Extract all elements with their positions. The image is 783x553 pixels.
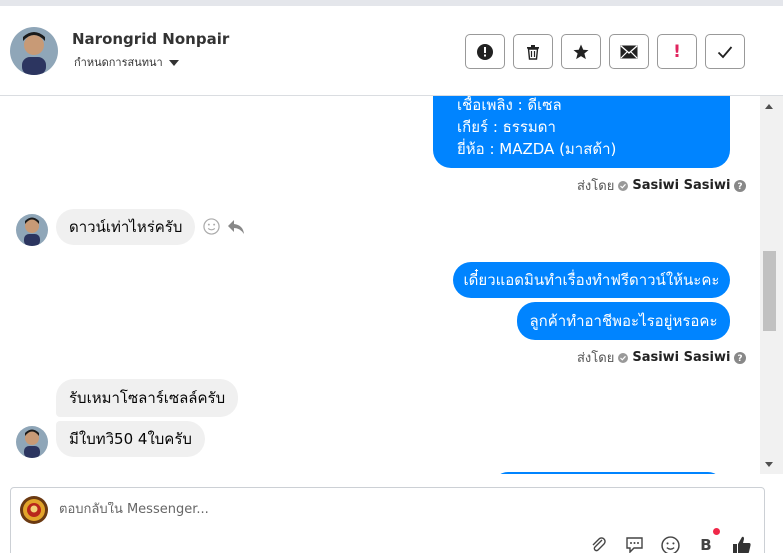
- svg-text:?: ?: [738, 354, 743, 364]
- incoming-message[interactable]: รับเหมาโซลาร์เซลล์ครับ: [56, 379, 239, 417]
- scroll-down-icon[interactable]: [764, 461, 774, 469]
- emoji-button[interactable]: [659, 534, 681, 553]
- bitmoji-button[interactable]: B: [695, 528, 720, 553]
- reply-input[interactable]: [59, 502, 619, 517]
- conversation-settings-label: กำหนดการสนทนา: [74, 56, 163, 69]
- help-icon[interactable]: ?: [734, 179, 747, 192]
- checkmark-icon: [717, 45, 733, 58]
- contact-avatar-small: [16, 214, 48, 246]
- chevron-down-icon: [168, 60, 179, 66]
- delete-button[interactable]: [513, 34, 553, 69]
- contact-name[interactable]: Narongrid Nonpair: [72, 30, 229, 48]
- attach-button[interactable]: [588, 534, 610, 553]
- important-icon: !: [673, 41, 681, 62]
- sent-by-prefix: ส่งโดย: [577, 179, 615, 194]
- message-thread[interactable]: เชื้อเพลิง : ดีเซล เกียร์ : ธรรมดา ยี่ห้…: [0, 96, 760, 474]
- outgoing-message[interactable]: เดี๋ยวแอดมินทำเรื่องทำฟรีดาวน์ให้นะคะ: [453, 262, 730, 298]
- check-circle-icon: [618, 352, 629, 363]
- car-info-line: ยี่ห้อ : MAZDA (มาสด้า): [457, 140, 617, 158]
- reply-icon[interactable]: [227, 219, 245, 235]
- conversation-header: Narongrid Nonpair กำหนดการสนทนา !: [0, 0, 783, 96]
- contact-avatar-small: [16, 426, 48, 458]
- outgoing-message-car-info[interactable]: เชื้อเพลิง : ดีเซล เกียร์ : ธรรมดา ยี่ห้…: [433, 96, 730, 168]
- sender-name: Sasiwi Sasiwi: [632, 350, 731, 365]
- page-avatar: [20, 496, 48, 524]
- scroll-up-icon[interactable]: [764, 102, 774, 110]
- sent-by-label: ส่งโดย Sasiwi Sasiwi ?: [577, 347, 747, 368]
- svg-text:?: ?: [738, 182, 743, 192]
- car-info-line: เกียร์ : ธรรมดา: [457, 118, 556, 136]
- sent-by-prefix: ส่งโดย: [577, 351, 615, 366]
- star-icon: [573, 44, 589, 59]
- spam-button[interactable]: [465, 34, 505, 69]
- mark-done-button[interactable]: [705, 34, 745, 69]
- outgoing-message-partial[interactable]: [493, 472, 723, 474]
- thumbs-up-icon: [733, 536, 751, 553]
- car-info-line: เชื้อเพลิง : ดีเซล: [457, 96, 562, 114]
- sent-by-label: ส่งโดย Sasiwi Sasiwi ?: [577, 175, 747, 196]
- check-circle-icon: [618, 180, 629, 191]
- paperclip-icon: [592, 537, 606, 552]
- envelope-icon: [620, 44, 638, 58]
- speech-bubble-icon: [625, 537, 643, 553]
- smiley-icon: [660, 535, 680, 553]
- notification-dot: [713, 528, 720, 535]
- incoming-message[interactable]: ดาวน์เท่าไหร่ครับ: [56, 209, 196, 245]
- trash-icon: [527, 44, 539, 60]
- b-icon: B: [700, 536, 712, 553]
- incoming-message[interactable]: มีใบทวิ50 4ใบครับ: [56, 421, 205, 457]
- help-icon[interactable]: ?: [734, 351, 747, 364]
- reply-composer: B: [10, 487, 765, 553]
- mark-important-button[interactable]: !: [657, 34, 697, 69]
- like-button[interactable]: [731, 534, 753, 553]
- mark-unread-button[interactable]: [609, 34, 649, 69]
- outgoing-message[interactable]: ลูกค้าทำอาชีพอะไรอยู่หรอคะ: [517, 302, 730, 340]
- conversation-settings-dropdown[interactable]: กำหนดการสนทนา: [74, 53, 179, 71]
- thread-scrollbar[interactable]: [760, 96, 783, 474]
- star-button[interactable]: [561, 34, 601, 69]
- contact-avatar[interactable]: [10, 27, 58, 75]
- react-emoji-icon[interactable]: [203, 218, 220, 235]
- sender-name: Sasiwi Sasiwi: [632, 178, 731, 193]
- exclamation-circle-icon: [477, 43, 493, 60]
- saved-replies-button[interactable]: [623, 534, 645, 553]
- scrollbar-thumb[interactable]: [763, 251, 776, 331]
